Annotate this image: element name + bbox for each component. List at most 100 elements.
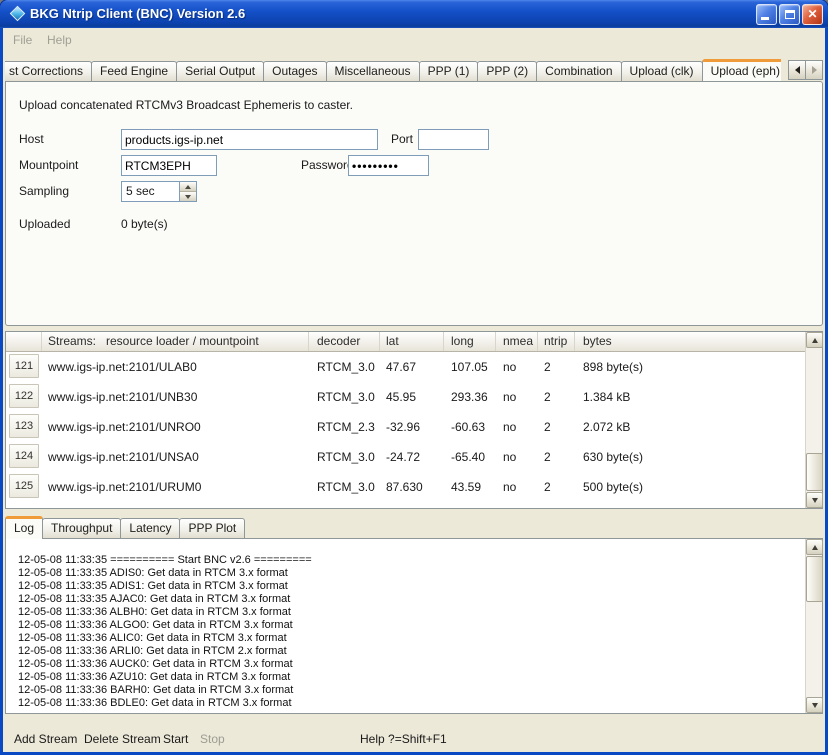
header-long[interactable]: long: [444, 332, 496, 351]
table-row[interactable]: 121 www.igs-ip.net:2101/ULAB0 RTCM_3.0 4…: [6, 352, 822, 382]
log-line: 12-05-08 11:33:36 ARLI0: Get data in RTC…: [18, 645, 802, 658]
tab-ppp-2[interactable]: PPP (2): [477, 61, 537, 81]
tab-strip: st CorrectionsFeed EngineSerial OutputOu…: [5, 58, 781, 81]
scroll-up-button[interactable]: [806, 332, 823, 348]
table-row[interactable]: 125 www.igs-ip.net:2101/URUM0 RTCM_3.0 8…: [6, 472, 822, 502]
log-line: 12-05-08 11:33:35 AJAC0: Get data in RTC…: [18, 593, 802, 606]
tab-log[interactable]: Log: [5, 516, 43, 539]
delete-stream-button[interactable]: Delete Stream: [84, 732, 161, 746]
header-ntrip[interactable]: ntrip: [538, 332, 575, 351]
cell-nmea: no: [496, 352, 538, 382]
row-number-cell: 121: [6, 352, 42, 382]
cell-ntrip: 2: [538, 412, 575, 442]
log-line: 12-05-08 11:33:36 ALGO0: Get data in RTC…: [18, 619, 802, 632]
row-number[interactable]: 123: [9, 414, 39, 438]
cell-lat: -24.72: [380, 442, 444, 472]
row-number[interactable]: 122: [9, 384, 39, 408]
header-streams[interactable]: Streams: resource loader / mountpoint: [42, 332, 309, 351]
cell-lat: 87.630: [380, 472, 444, 502]
scroll-down-icon: [812, 498, 818, 503]
cell-long: 107.05: [444, 352, 496, 382]
table-row[interactable]: 122 www.igs-ip.net:2101/UNB30 RTCM_3.0 4…: [6, 382, 822, 412]
scrollbar-thumb[interactable]: [806, 453, 823, 491]
tab-ppp-1[interactable]: PPP (1): [419, 61, 479, 81]
cell-lat: -32.96: [380, 412, 444, 442]
menu-help[interactable]: Help: [47, 28, 72, 52]
cell-decoder: RTCM_3.0: [309, 382, 380, 412]
row-number[interactable]: 121: [9, 354, 39, 378]
cell-decoder: RTCM_3.0: [309, 442, 380, 472]
cell-lat: 45.95: [380, 382, 444, 412]
tab-latency[interactable]: Latency: [120, 518, 180, 538]
cell-decoder: RTCM_3.0: [309, 352, 380, 382]
cell-decoder: RTCM_3.0: [309, 472, 380, 502]
stop-button[interactable]: Stop: [200, 732, 225, 746]
close-button[interactable]: ✕: [802, 4, 823, 25]
tab-st-corrections[interactable]: st Corrections: [5, 61, 92, 81]
uploaded-value: 0 byte(s): [121, 217, 168, 231]
header-nmea[interactable]: nmea: [496, 332, 538, 351]
titlebar[interactable]: BKG Ntrip Client (BNC) Version 2.6 ✕: [0, 0, 828, 28]
tab-outages[interactable]: Outages: [263, 61, 326, 81]
sampling-spin-up-button[interactable]: [180, 182, 196, 191]
tab-upload-eph[interactable]: Upload (eph): [702, 59, 781, 81]
streams-header: Streams: resource loader / mountpoint de…: [6, 332, 822, 352]
scroll-down-button[interactable]: [806, 697, 823, 713]
cell-bytes: 2.072 kB: [575, 412, 822, 442]
sampling-value: 5 sec: [122, 182, 179, 201]
streams-scrollbar[interactable]: [805, 332, 822, 508]
tab-throughput[interactable]: Throughput: [42, 518, 121, 538]
header-bytes[interactable]: bytes: [575, 332, 822, 351]
maximize-button[interactable]: [779, 4, 800, 25]
cell-nmea: no: [496, 412, 538, 442]
log-tab-bar: LogThroughputLatencyPPP Plot: [5, 515, 244, 538]
table-row[interactable]: 123 www.igs-ip.net:2101/UNRO0 RTCM_2.3 -…: [6, 412, 822, 442]
header-decoder[interactable]: decoder: [309, 332, 380, 351]
tab-combination[interactable]: Combination: [536, 61, 621, 81]
add-stream-button[interactable]: Add Stream: [14, 732, 77, 746]
cell-nmea: no: [496, 442, 538, 472]
cell-long: 43.59: [444, 472, 496, 502]
sampling-spin-down-button[interactable]: [180, 191, 196, 201]
tab-scroll-right-icon: [812, 66, 817, 74]
menu-file[interactable]: File: [13, 28, 32, 52]
sampling-spinner[interactable]: 5 sec: [121, 181, 197, 202]
cell-mountpoint: www.igs-ip.net:2101/UNRO0: [42, 412, 309, 442]
host-input[interactable]: [121, 129, 378, 150]
app-icon: [10, 6, 26, 22]
pane-description: Upload concatenated RTCMv3 Broadcast Eph…: [19, 98, 353, 112]
tab-miscellaneous[interactable]: Miscellaneous: [326, 61, 420, 81]
cell-ntrip: 2: [538, 352, 575, 382]
scroll-down-button[interactable]: [806, 492, 823, 508]
scrollbar-thumb[interactable]: [806, 556, 823, 602]
tab-upload-clk[interactable]: Upload (clk): [621, 61, 703, 81]
log-line: 12-05-08 11:33:36 BDLE0: Get data in RTC…: [18, 697, 802, 710]
upload-eph-pane: Upload concatenated RTCMv3 Broadcast Eph…: [5, 81, 823, 326]
row-number-cell: 123: [6, 412, 42, 442]
row-number[interactable]: 125: [9, 474, 39, 498]
tab-scroll-right-button[interactable]: [805, 60, 823, 80]
scroll-up-button[interactable]: [806, 539, 823, 555]
minimize-button[interactable]: [756, 4, 777, 25]
table-row[interactable]: 124 www.igs-ip.net:2101/UNSA0 RTCM_3.0 -…: [6, 442, 822, 472]
start-button[interactable]: Start: [163, 732, 188, 746]
row-number[interactable]: 124: [9, 444, 39, 468]
maximize-icon: [785, 10, 795, 19]
log-scrollbar[interactable]: [805, 539, 822, 713]
tab-scroll-left-icon: [795, 66, 800, 74]
help-shortcut-label: Help ?=Shift+F1: [360, 732, 447, 746]
cell-mountpoint: www.igs-ip.net:2101/URUM0: [42, 472, 309, 502]
cell-bytes: 898 byte(s): [575, 352, 822, 382]
tab-feed-engine[interactable]: Feed Engine: [91, 61, 177, 81]
tab-ppp-plot[interactable]: PPP Plot: [179, 518, 245, 538]
tab-serial-output[interactable]: Serial Output: [176, 61, 264, 81]
mountpoint-input[interactable]: [121, 155, 217, 176]
password-input[interactable]: [348, 155, 429, 176]
port-input[interactable]: [418, 129, 489, 150]
log-line: 12-05-08 11:33:36 BARH0: Get data in RTC…: [18, 684, 802, 697]
log-line: 12-05-08 11:33:36 ALBH0: Get data in RTC…: [18, 606, 802, 619]
log-line: 12-05-08 11:33:35 ADIS1: Get data in RTC…: [18, 580, 802, 593]
streams-table: Streams: resource loader / mountpoint de…: [5, 331, 823, 509]
tab-scroll-left-button[interactable]: [788, 60, 806, 80]
header-lat[interactable]: lat: [380, 332, 444, 351]
